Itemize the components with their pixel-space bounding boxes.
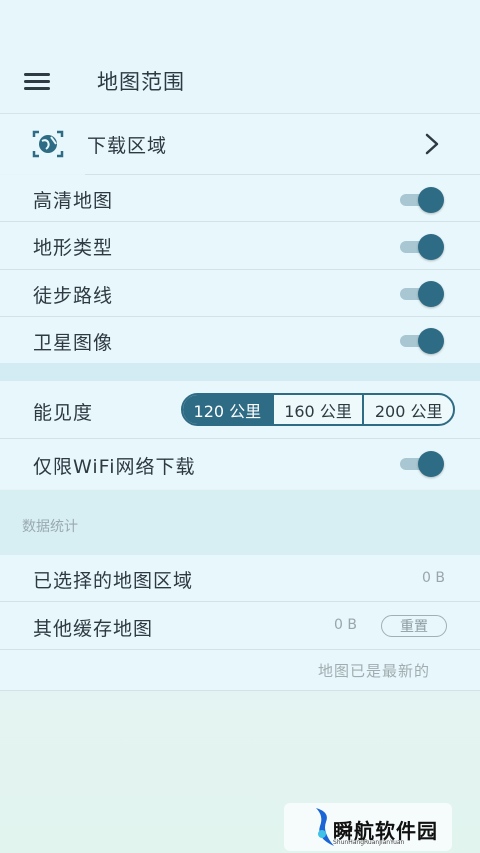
selected-maps-label: 已选择的地图区域	[33, 570, 194, 592]
terrain-type-label: 地形类型	[33, 237, 114, 259]
satellite-image-toggle[interactable]	[400, 328, 444, 354]
hd-map-label: 高清地图	[33, 190, 114, 212]
watermark-subtitle: ShunHangRuanJianYuan	[333, 839, 405, 846]
visibility-option-120[interactable]: 120 公里	[183, 395, 272, 424]
visibility-option-160[interactable]: 160 公里	[271, 395, 363, 424]
stats-section-title: 数据统计	[22, 519, 78, 535]
map-status-text: 地图已是最新的	[318, 662, 431, 680]
wifi-only-label: 仅限WiFi网络下载	[33, 456, 196, 478]
reset-button[interactable]: 重置	[381, 615, 447, 637]
hiking-routes-toggle[interactable]	[400, 281, 444, 307]
terrain-type-toggle[interactable]	[400, 234, 444, 260]
other-cache-value: 0 B	[334, 617, 357, 633]
hiking-routes-label: 徒步路线	[33, 285, 114, 307]
other-cache-label: 其他缓存地图	[33, 618, 154, 640]
satellite-image-label: 卫星图像	[33, 332, 114, 354]
app-bar	[0, 0, 480, 114]
visibility-option-200[interactable]: 200 公里	[362, 395, 453, 424]
page-title: 地图范围	[97, 70, 185, 94]
chevron-right-icon[interactable]	[424, 133, 440, 155]
divider	[0, 690, 480, 691]
download-region-label: 下载区域	[87, 135, 168, 157]
wifi-only-toggle[interactable]	[400, 451, 444, 477]
visibility-label: 能见度	[33, 402, 94, 424]
selected-maps-value: 0 B	[422, 570, 445, 586]
globe-target-icon	[32, 130, 64, 158]
section-gap	[0, 363, 480, 381]
hd-map-toggle[interactable]	[400, 187, 444, 213]
download-region-row[interactable]	[0, 114, 480, 174]
hamburger-menu-icon[interactable]	[24, 73, 50, 91]
visibility-segmented-control: 120 公里 160 公里 200 公里	[181, 393, 455, 426]
